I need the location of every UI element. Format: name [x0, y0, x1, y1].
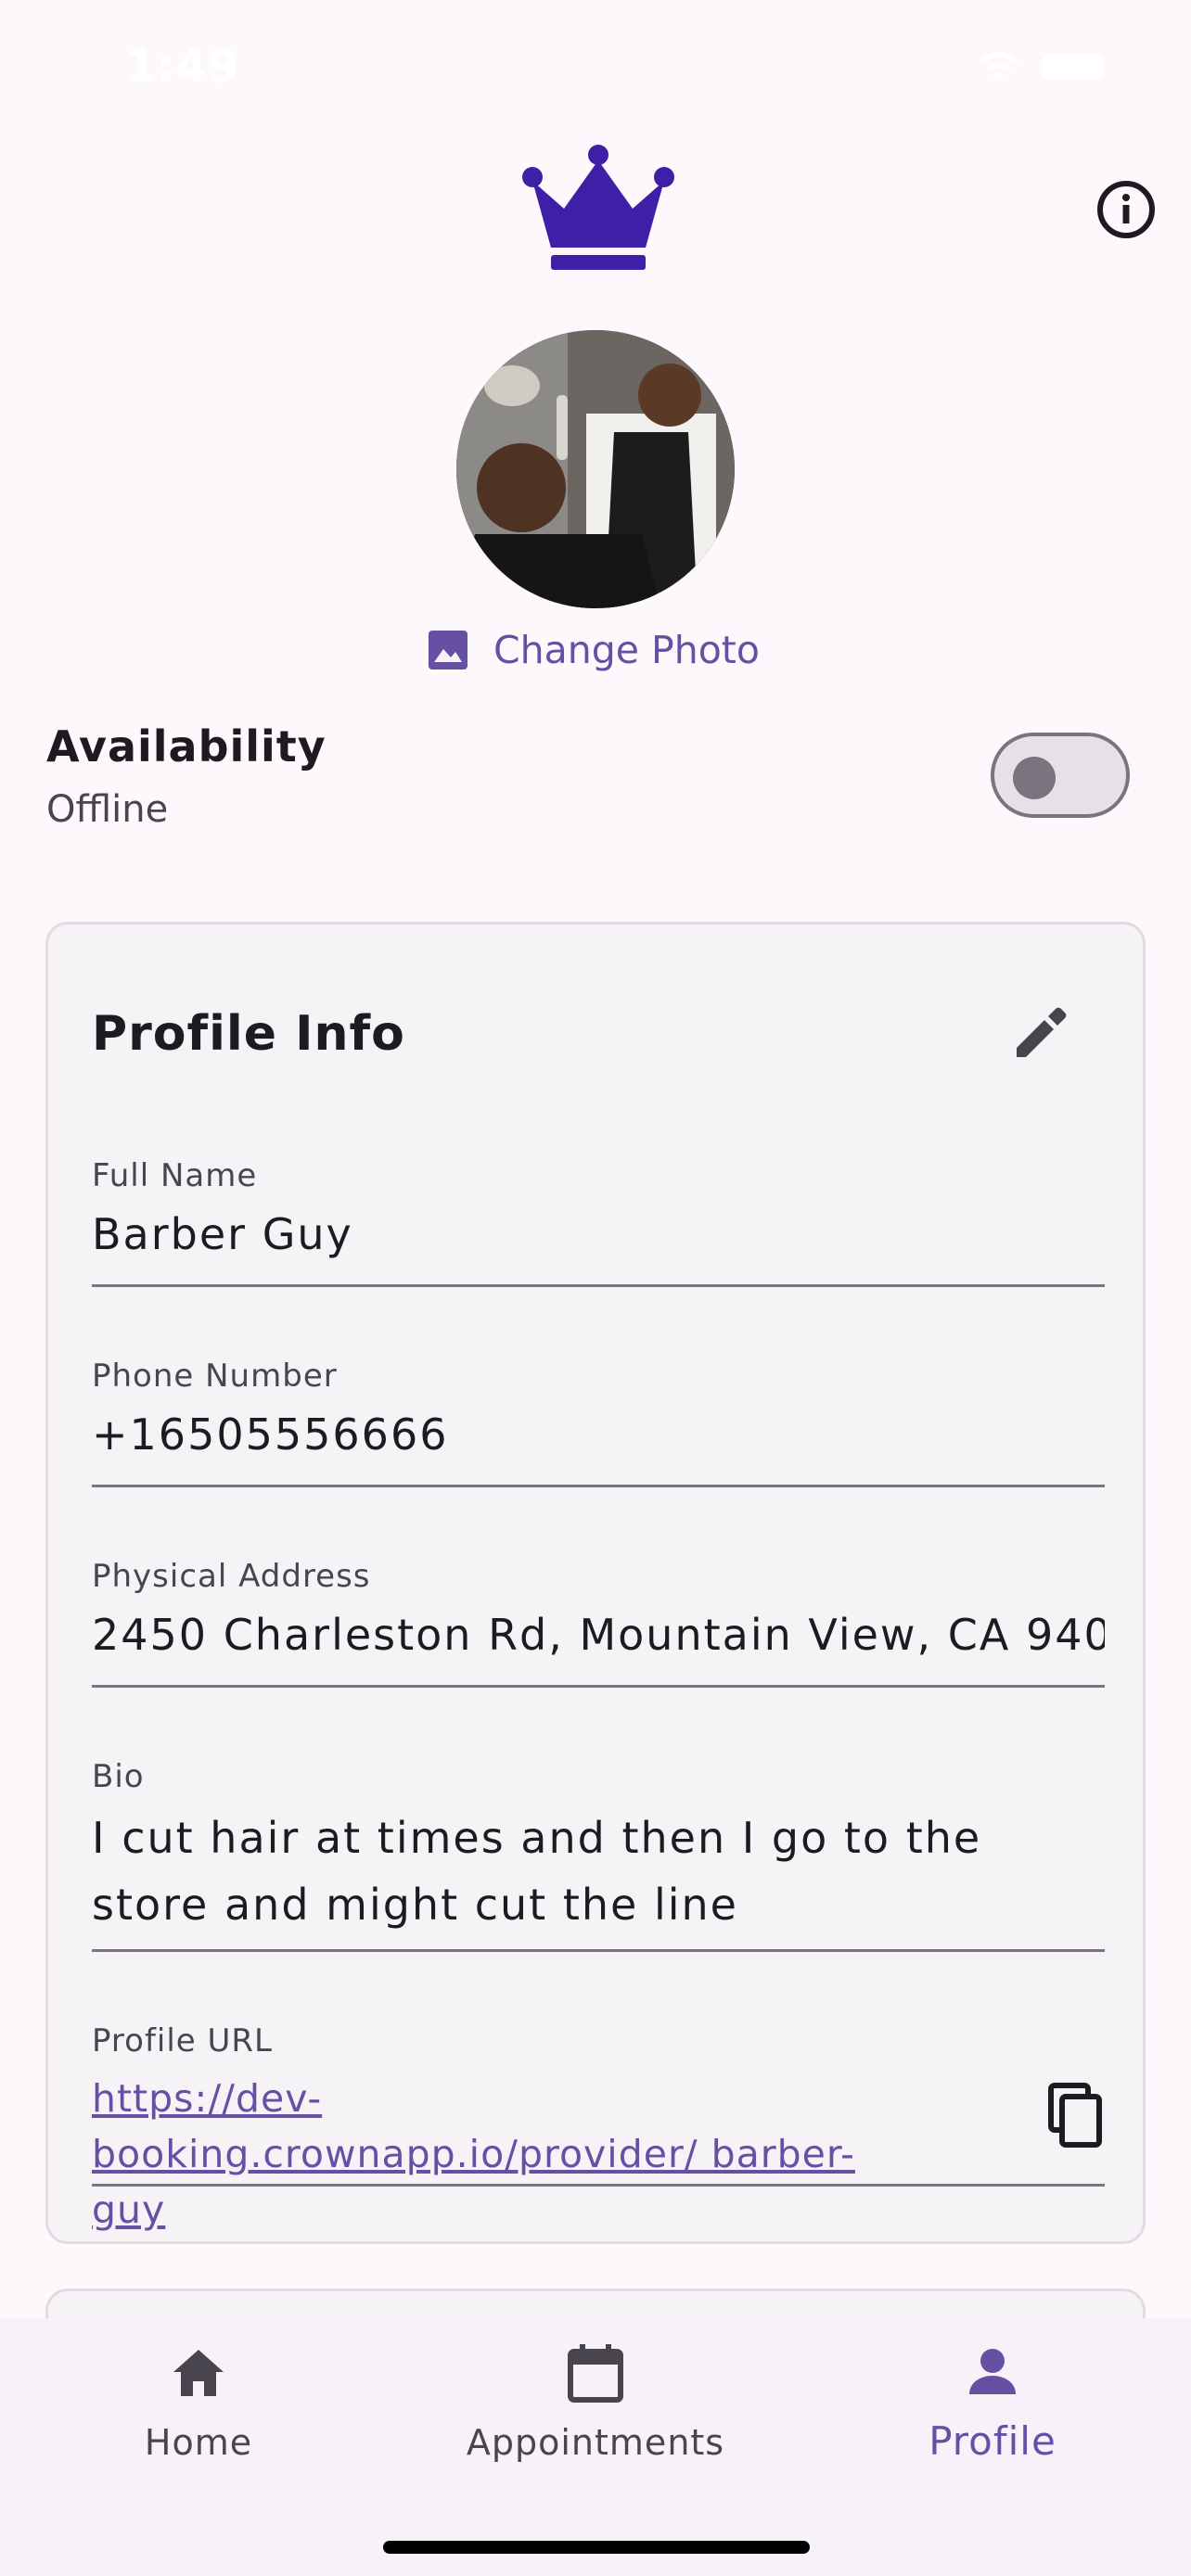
copy-icon[interactable]: [1038, 2078, 1112, 2152]
physical-address-field[interactable]: Physical Address 2450 Charleston Rd, Mou…: [92, 1558, 1105, 1688]
crown-icon: [522, 145, 674, 270]
battery-icon: [1043, 54, 1104, 80]
card-title: Profile Info: [92, 1006, 405, 1062]
nav-home-label: Home: [144, 2422, 253, 2463]
full-name-value: Barber Guy: [92, 1209, 353, 1259]
home-icon: [173, 2350, 224, 2396]
bio-label: Bio: [92, 1758, 145, 1795]
info-icon[interactable]: [1095, 178, 1158, 241]
change-photo-button[interactable]: Change Photo: [427, 619, 760, 681]
availability-title: Availability: [46, 721, 327, 772]
avatar[interactable]: [456, 330, 735, 608]
image-icon: [429, 631, 467, 670]
profile-url-link[interactable]: https://dev-booking.crownapp.io/provider…: [92, 2071, 927, 2238]
nav-appointments-label: Appointments: [466, 2422, 725, 2463]
profile-url-label: Profile URL: [92, 2022, 273, 2060]
nav-item-profile[interactable]: Profile: [794, 2340, 1191, 2498]
bio-field[interactable]: Bio I cut hair at times and then I go to…: [92, 1758, 1105, 1952]
status-time: 1:49: [125, 41, 240, 93]
wifi-icon: [980, 52, 1018, 82]
full-name-field[interactable]: Full Name Barber Guy: [92, 1157, 1105, 1287]
profile-url-field: Profile URL https://dev-booking.crownapp…: [92, 2022, 1105, 2232]
nav-item-appointments[interactable]: Appointments: [397, 2340, 794, 2498]
bottom-navigation: Home Appointments Profile: [0, 2318, 1191, 2576]
physical-address-label: Physical Address: [92, 1558, 371, 1595]
status-bar: 1:49: [0, 0, 1191, 130]
nav-item-home[interactable]: Home: [0, 2340, 397, 2498]
physical-address-value: 2450 Charleston Rd, Mountain View, CA 94…: [92, 1610, 1105, 1660]
availability-status: Offline: [46, 788, 169, 831]
change-photo-label: Change Photo: [493, 628, 760, 672]
full-name-label: Full Name: [92, 1157, 258, 1194]
home-indicator: [383, 2541, 810, 2554]
toggle-knob: [1013, 757, 1056, 799]
pencil-icon[interactable]: [1004, 996, 1078, 1070]
profile-info-card: Profile Info Full Name Barber Guy Phone …: [45, 922, 1146, 2244]
availability-toggle[interactable]: [991, 733, 1130, 818]
profile-photo-image: [456, 330, 735, 608]
bio-value: I cut hair at times and then I go to the…: [92, 1813, 982, 1930]
phone-number-value: +16505556666: [92, 1409, 449, 1460]
phone-number-label: Phone Number: [92, 1358, 338, 1395]
phone-number-field[interactable]: Phone Number +16505556666: [92, 1358, 1105, 1487]
profile-screen: 1:49 Change Photo Availability Offline P…: [0, 0, 1191, 2576]
calendar-icon: [568, 2344, 623, 2403]
person-icon: [969, 2349, 1016, 2394]
nav-profile-label: Profile: [928, 2418, 1057, 2464]
